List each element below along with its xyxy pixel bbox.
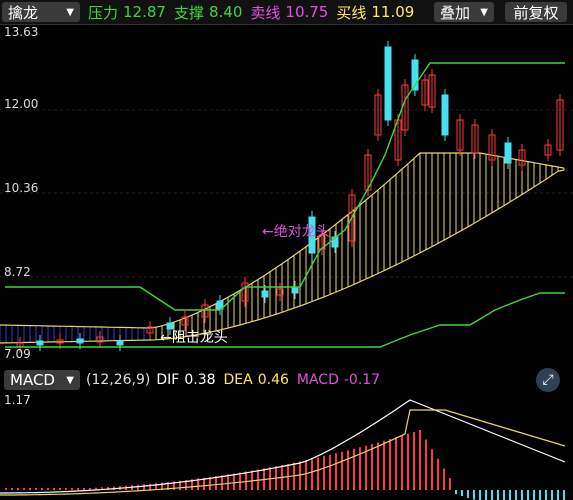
- support-value: 8.40: [208, 3, 243, 21]
- overlay-button[interactable]: 叠加 ▼: [434, 2, 494, 22]
- macd-svg: [0, 399, 566, 500]
- dropdown-triangle-icon: ▼: [66, 374, 74, 386]
- candle-body: [291, 286, 299, 294]
- candle-body: [261, 290, 269, 298]
- y-tick-label: 13.63: [4, 25, 39, 39]
- buy-line-label: 买线: [336, 3, 367, 22]
- buy-line-value: 11.09: [371, 3, 415, 21]
- sell-line-label: 卖线: [250, 3, 281, 22]
- sell-line-value: 10.75: [285, 3, 329, 21]
- dif-label: DIF: [156, 372, 180, 388]
- macd-selector-label: MACD: [10, 371, 55, 389]
- dif-value: 0.38: [184, 372, 216, 388]
- macd-toolbar: MACD ▼ (12,26,9) DIF 0.38 DEA 0.46 MACD …: [0, 367, 573, 393]
- annotation-absolute-leader: ←绝对龙头: [262, 224, 330, 240]
- macd-value: -0.17: [343, 372, 381, 388]
- y-tick-label: 10.36: [4, 181, 39, 195]
- pressure-line: [5, 62, 565, 311]
- candle-body: [441, 94, 449, 136]
- adjust-button-label: 前复权: [513, 3, 559, 22]
- macd-y-tick-label: 1.17: [4, 393, 31, 407]
- dropdown-triangle-icon: ▼: [66, 6, 74, 18]
- kline-chart[interactable]: 13.63 12.00 10.36 8.72 7.09 ←绝对龙头 ←阻击龙头: [0, 25, 573, 365]
- macd-selector[interactable]: MACD ▼: [4, 370, 80, 390]
- ribbon-layer: [0, 152, 565, 344]
- macd-label: MACD: [296, 372, 339, 388]
- y-tick-label: 8.72: [4, 265, 31, 279]
- indicator-selector[interactable]: 擒龙 ▼: [2, 2, 80, 22]
- y-tick-label: 12.00: [4, 97, 39, 111]
- candle-body: [384, 46, 392, 121]
- pressure-label: 压力: [88, 3, 119, 22]
- macd-chart[interactable]: 1.17: [0, 393, 573, 500]
- kline-svg: [0, 41, 573, 353]
- y-tick-label: 7.09: [4, 347, 31, 361]
- pressure-value: 12.87: [123, 3, 166, 21]
- dea-label: DEA: [223, 372, 253, 388]
- adjust-button[interactable]: 前复权: [505, 2, 567, 22]
- indicator-toolbar: 擒龙 ▼ 压力 12.87 支撑 8.40 卖线 10.75 买线 11.09 …: [0, 0, 573, 25]
- candle-body: [36, 340, 44, 346]
- indicator-selector-label: 擒龙: [8, 3, 39, 22]
- support-label: 支撑: [173, 3, 204, 22]
- macd-params: (12,26,9): [86, 372, 151, 388]
- candle-body: [116, 340, 124, 346]
- support-line: [5, 292, 565, 348]
- expand-icon[interactable]: ⤢: [536, 368, 560, 392]
- dea-value: 0.46: [257, 372, 289, 388]
- candle-body: [504, 142, 512, 164]
- macd-histogram: [5, 430, 565, 500]
- dropdown-triangle-icon: ▼: [480, 6, 488, 18]
- candle-body: [76, 338, 84, 344]
- annotation-sniper-leader: ←阻击龙头: [160, 330, 228, 346]
- ribbon-lower-edge: [0, 169, 565, 344]
- overlay-button-label: 叠加: [440, 3, 471, 22]
- candles-layer: [16, 41, 564, 353]
